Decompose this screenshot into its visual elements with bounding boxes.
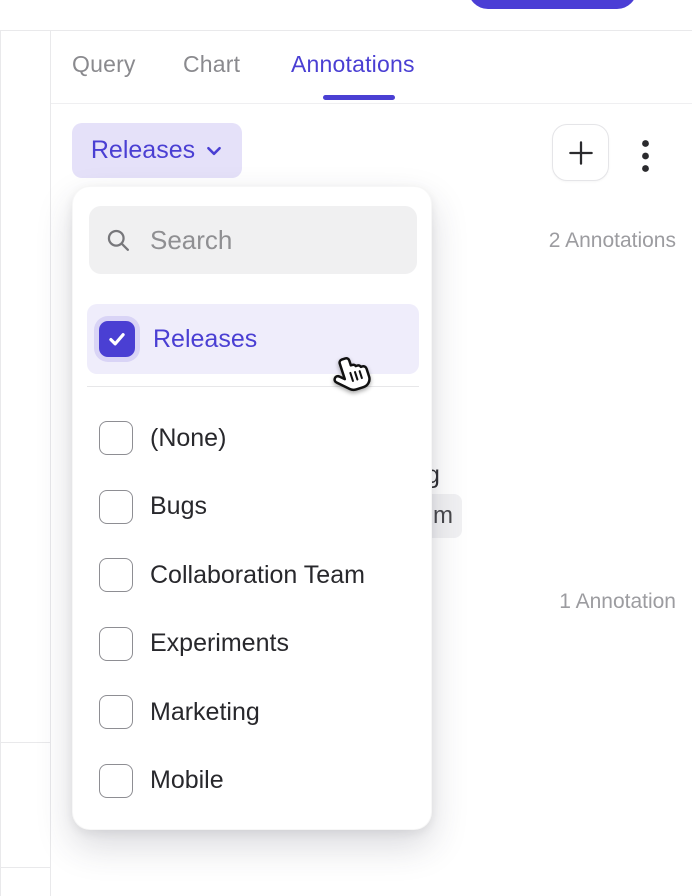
annotation-count-top: 2 Annotations [549,229,676,253]
filter-option-mobile[interactable]: Mobile [87,747,419,816]
option-label: Marketing [150,698,260,727]
more-options-button[interactable] [634,136,656,176]
sidebar-row-divider [0,867,50,868]
checkbox-unchecked[interactable] [99,695,133,729]
primary-action-button[interactable] [468,0,637,9]
annotation-count-bottom: 1 Annotation [559,590,676,614]
sidebar-row-divider [0,742,50,743]
releases-filter-dropdown-button[interactable]: Releases [72,123,242,178]
filter-option-list: (None) Bugs Collaboration Team Experimen… [87,404,419,815]
tabbar-divider [51,103,692,104]
checkbox-unchecked[interactable] [99,764,133,798]
filter-button-label: Releases [91,136,195,165]
tab-chart[interactable]: Chart [183,51,240,78]
checkbox-releases-checked[interactable] [99,321,135,357]
add-annotation-button[interactable] [552,124,609,181]
search-icon [105,227,132,254]
filter-option-marketing[interactable]: Marketing [87,678,419,747]
active-tab-underline [323,95,395,100]
check-icon [106,328,128,350]
tab-query[interactable]: Query [72,51,136,78]
header-divider [0,30,692,31]
kebab-menu-icon [641,139,650,173]
option-label: Releases [153,325,257,354]
window-left-border [0,30,1,896]
annotations-screen: Query Chart Annotations Releases 2 Annot… [0,0,692,896]
filter-option-bugs[interactable]: Bugs [87,473,419,542]
option-label: (None) [150,424,226,453]
checkbox-unchecked[interactable] [99,421,133,455]
option-label: Mobile [150,766,224,795]
chevron-down-icon [205,142,223,160]
filter-option-releases[interactable]: Releases [87,304,419,374]
checkbox-unchecked[interactable] [99,490,133,524]
option-label: Collaboration Team [150,561,365,590]
filter-option-collaboration-team[interactable]: Collaboration Team [87,541,419,610]
filter-option-none[interactable]: (None) [87,404,419,473]
option-label: Bugs [150,492,207,521]
filter-option-experiments[interactable]: Experiments [87,610,419,679]
checkbox-unchecked[interactable] [99,627,133,661]
search-box[interactable] [89,206,417,274]
checkbox-unchecked[interactable] [99,558,133,592]
dropdown-divider [87,386,419,387]
sidebar-right-border [50,30,51,896]
occluded-badge-text: m [433,502,462,530]
filter-dropdown-panel: Releases (None) Bugs Collaboration Team … [72,186,432,830]
option-label: Experiments [150,629,289,658]
plus-icon [565,137,597,169]
tab-annotations[interactable]: Annotations [291,51,415,78]
search-input[interactable] [148,224,401,257]
